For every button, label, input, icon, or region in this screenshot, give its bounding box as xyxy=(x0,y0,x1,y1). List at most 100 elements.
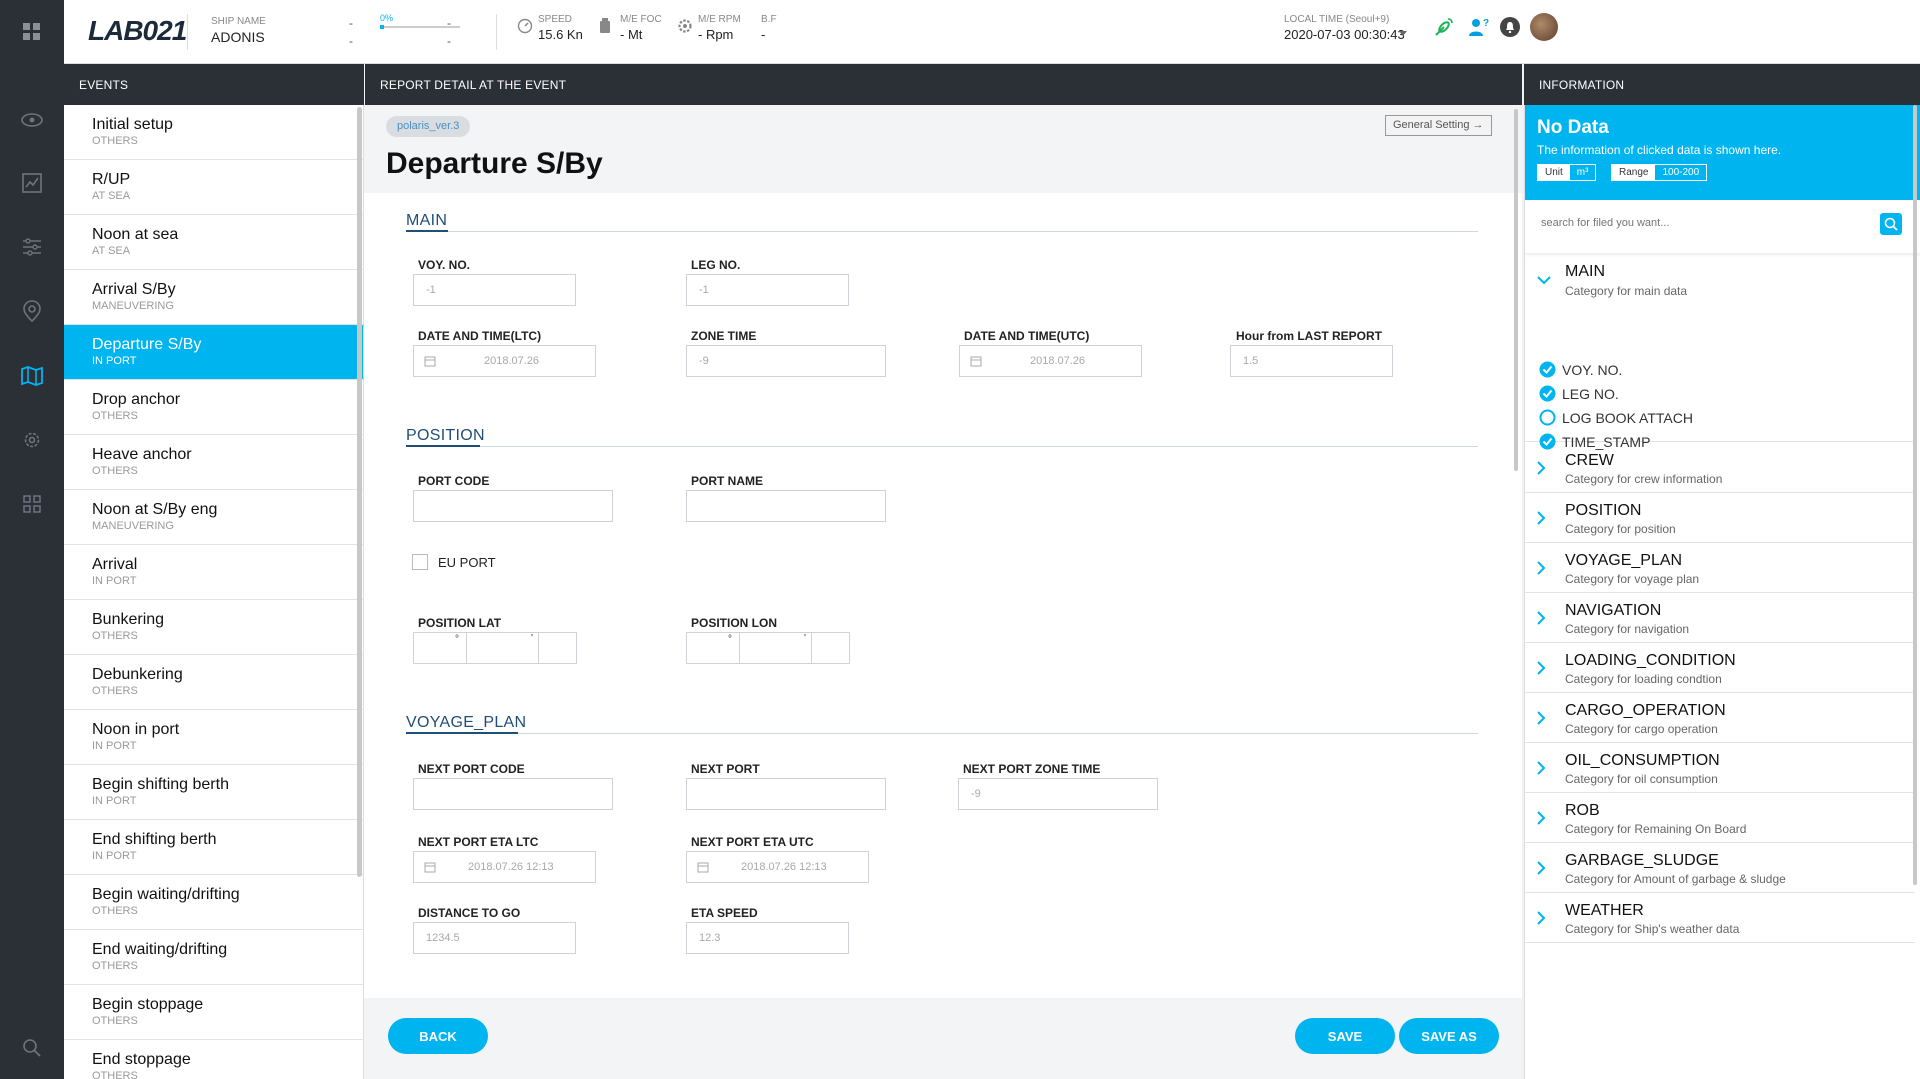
event-item[interactable]: Noon at sea AT SEA xyxy=(64,215,363,270)
section-underline xyxy=(406,445,480,447)
eta-ltc-input[interactable]: 2018.07.26 12:13 xyxy=(413,851,596,883)
category-item[interactable]: LOADING_CONDITION Category for loading co… xyxy=(1525,643,1915,693)
next-port-code-label: NEXT PORT CODE xyxy=(418,762,525,776)
nav-location[interactable] xyxy=(20,299,44,323)
event-item[interactable]: Initial setup OTHERS xyxy=(64,105,363,160)
checked-circle-icon xyxy=(1539,385,1556,402)
category-item[interactable]: ROB Category for Remaining On Board xyxy=(1525,793,1915,843)
category-sub: Category for position xyxy=(1565,522,1676,536)
field-check-item[interactable]: LEG NO. xyxy=(1539,385,1619,402)
bell-icon xyxy=(1506,22,1514,33)
event-title: Noon in port xyxy=(92,721,180,738)
category-item[interactable]: VOYAGE_PLAN Category for voyage plan xyxy=(1525,543,1915,593)
dt-utc-input[interactable]: 2018.07.26 xyxy=(959,345,1142,377)
dt-utc-value: 2018.07.26 xyxy=(1030,355,1086,367)
apps-icon xyxy=(23,23,40,40)
next-port-input[interactable] xyxy=(686,778,886,810)
event-item[interactable]: End shifting berth IN PORT xyxy=(64,820,363,875)
nav-search[interactable] xyxy=(20,1036,44,1060)
category-sub: Category for voyage plan xyxy=(1565,572,1700,586)
category-item[interactable]: CARGO_OPERATION Category for cargo operat… xyxy=(1525,693,1915,743)
leg-no-input[interactable]: -1 xyxy=(686,274,849,306)
info-scrollbar[interactable] xyxy=(1913,105,1917,885)
save-as-button[interactable]: SAVE AS xyxy=(1399,1018,1499,1054)
distance-input[interactable]: 1234.5 xyxy=(413,922,576,954)
category-item[interactable]: OIL_CONSUMPTION Category for oil consumpt… xyxy=(1525,743,1915,793)
category-item[interactable]: GARBAGE_SLUDGE Category for Amount of gar… xyxy=(1525,843,1915,893)
event-item[interactable]: Noon in port IN PORT xyxy=(64,710,363,765)
hour-input[interactable]: 1.5 xyxy=(1230,345,1393,377)
event-item[interactable]: Departure S/By IN PORT xyxy=(64,325,363,380)
eu-port-checkbox[interactable] xyxy=(412,554,428,570)
event-item[interactable]: R/UP AT SEA xyxy=(64,160,363,215)
lat-min-input[interactable] xyxy=(466,632,539,664)
divider xyxy=(406,733,1478,734)
category-item[interactable]: CREW Category for crew information xyxy=(1525,443,1915,493)
eta-speed-input[interactable]: 12.3 xyxy=(686,922,849,954)
field-check-item[interactable]: VOY. NO. xyxy=(1539,361,1622,378)
port-name-input[interactable] xyxy=(686,490,886,522)
report-scrollbar[interactable] xyxy=(1514,109,1518,471)
speed-icon xyxy=(517,18,533,39)
event-item[interactable]: Debunkering OTHERS xyxy=(64,655,363,710)
user-help-button[interactable]: ? xyxy=(1468,17,1490,42)
event-item[interactable]: Begin waiting/drifting OTHERS xyxy=(64,875,363,930)
event-item[interactable]: Heave anchor OTHERS xyxy=(64,435,363,490)
calendar-icon xyxy=(424,862,436,873)
lat-dir-input[interactable] xyxy=(538,632,577,664)
dt-ltc-input[interactable]: 2018.07.26 xyxy=(413,345,596,377)
event-item[interactable]: Arrival IN PORT xyxy=(64,545,363,600)
nav-monitor[interactable] xyxy=(20,108,44,132)
event-item[interactable]: Bunkering OTHERS xyxy=(64,600,363,655)
category-item[interactable]: WEATHER Category for Ship's weather data xyxy=(1525,893,1915,943)
event-item[interactable]: Arrival S/By MANEUVERING xyxy=(64,270,363,325)
chevron-right-icon xyxy=(1537,561,1546,575)
nav-map[interactable] xyxy=(20,364,44,388)
general-setting-button[interactable]: General Setting → xyxy=(1385,115,1492,136)
port-code-input[interactable] xyxy=(413,490,613,522)
notification-button[interactable] xyxy=(1500,17,1520,37)
avatar[interactable] xyxy=(1530,13,1558,41)
event-title: End shifting berth xyxy=(92,831,217,848)
event-item[interactable]: End stoppage OTHERS xyxy=(64,1040,363,1079)
events-scrollbar[interactable] xyxy=(357,107,362,877)
event-item[interactable]: Noon at S/By eng MANEUVERING xyxy=(64,490,363,545)
timezone-dropdown[interactable] xyxy=(1399,23,1407,41)
zone-time-input[interactable]: -9 xyxy=(686,345,886,377)
back-button[interactable]: BACK xyxy=(388,1018,488,1054)
event-item[interactable]: Drop anchor OTHERS xyxy=(64,380,363,435)
version-tag: polaris_ver.3 xyxy=(386,116,471,137)
gear-icon xyxy=(677,18,693,39)
port-name-label: PORT NAME xyxy=(691,474,763,488)
lon-min-input[interactable] xyxy=(739,632,812,664)
event-category: AT SEA xyxy=(92,245,131,257)
info-search-button[interactable] xyxy=(1880,213,1902,235)
event-item[interactable]: Begin shifting berth IN PORT xyxy=(64,765,363,820)
category-title: POSITION xyxy=(1565,502,1642,519)
category-sub: Category for cargo operation xyxy=(1565,722,1718,736)
apps-button[interactable] xyxy=(0,0,64,64)
next-port-label: NEXT PORT xyxy=(691,762,760,776)
nav-settings[interactable] xyxy=(20,428,44,452)
voy-no-input[interactable]: -1 xyxy=(413,274,576,306)
info-search-input[interactable] xyxy=(1533,208,1881,238)
category-item[interactable]: NAVIGATION Category for navigation xyxy=(1525,593,1915,643)
nav-chart[interactable] xyxy=(20,171,44,195)
nav-grid[interactable] xyxy=(20,492,44,516)
next-zone-input[interactable]: -9 xyxy=(958,778,1158,810)
event-item[interactable]: End waiting/drifting OTHERS xyxy=(64,930,363,985)
next-port-code-input[interactable] xyxy=(413,778,613,810)
report-panel-header: REPORT DETAIL AT THE EVENT xyxy=(365,64,1522,105)
satellite-icon xyxy=(1435,18,1453,36)
event-item[interactable]: Begin stoppage OTHERS xyxy=(64,985,363,1040)
event-title: Begin shifting berth xyxy=(92,776,229,793)
eta-speed-label: ETA SPEED xyxy=(691,906,758,920)
nav-sliders[interactable] xyxy=(20,235,44,259)
satellite-button[interactable] xyxy=(1433,16,1455,43)
category-item[interactable]: POSITION Category for position xyxy=(1525,493,1915,543)
field-check-item[interactable]: LOG BOOK ATTACH xyxy=(1539,409,1693,426)
eta-utc-input[interactable]: 2018.07.26 12:13 xyxy=(686,851,869,883)
search-icon xyxy=(23,1039,41,1057)
lon-dir-input[interactable] xyxy=(811,632,850,664)
save-button[interactable]: SAVE xyxy=(1295,1018,1395,1054)
